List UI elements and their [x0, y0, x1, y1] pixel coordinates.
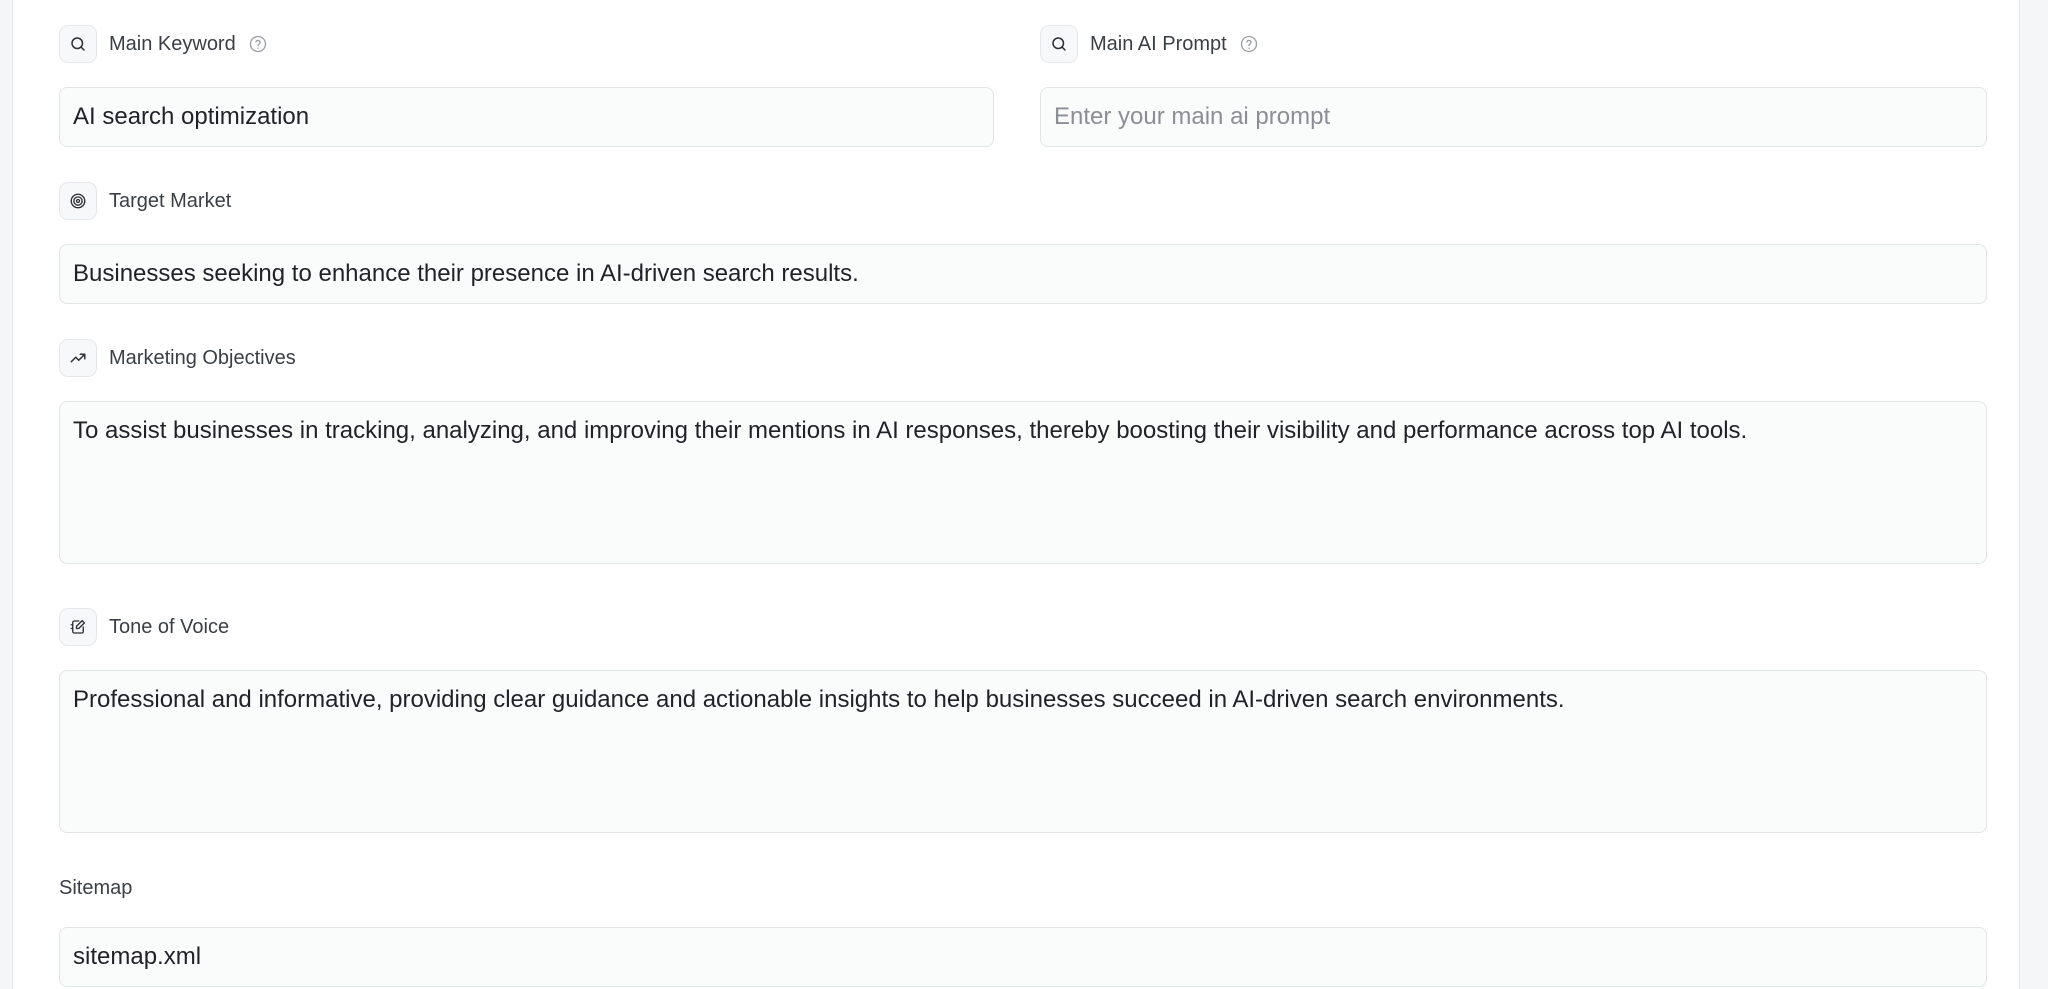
- main-ai-prompt-label-row: Main AI Prompt: [1040, 24, 1259, 64]
- main-keyword-input[interactable]: AI search optimization: [59, 87, 994, 147]
- sitemap-input[interactable]: sitemap.xml: [59, 927, 1987, 987]
- trending-up-icon: [59, 339, 97, 377]
- sitemap-label: Sitemap: [59, 877, 133, 899]
- target-market-label-row: Target Market: [59, 181, 231, 221]
- tone-of-voice-textarea[interactable]: Professional and informative, providing …: [59, 670, 1987, 833]
- main-keyword-label: Main Keyword: [109, 32, 236, 55]
- tone-of-voice-label-row: Tone of Voice: [59, 607, 229, 647]
- target-icon: [59, 182, 97, 220]
- tone-of-voice-label: Tone of Voice: [109, 615, 230, 638]
- main-keyword-label-row: Main Keyword: [59, 24, 268, 64]
- main-ai-prompt-input[interactable]: Enter your main ai prompt: [1040, 87, 1987, 147]
- marketing-objectives-label: Marketing Objectives: [109, 346, 296, 369]
- search-icon: [1040, 25, 1078, 63]
- target-market-label: Target Market: [109, 189, 232, 212]
- settings-panel: Main Keyword AI search optimization Main…: [12, 0, 2020, 989]
- main-ai-prompt-label: Main AI Prompt: [1090, 32, 1227, 55]
- edit-note-icon: [59, 608, 97, 646]
- marketing-objectives-textarea[interactable]: To assist businesses in tracking, analyz…: [59, 401, 1987, 564]
- question-circle-icon[interactable]: [1239, 34, 1259, 54]
- marketing-objectives-label-row: Marketing Objectives: [59, 338, 296, 378]
- target-market-input[interactable]: Businesses seeking to enhance their pres…: [59, 244, 1987, 304]
- search-icon: [59, 25, 97, 63]
- question-circle-icon[interactable]: [248, 34, 268, 54]
